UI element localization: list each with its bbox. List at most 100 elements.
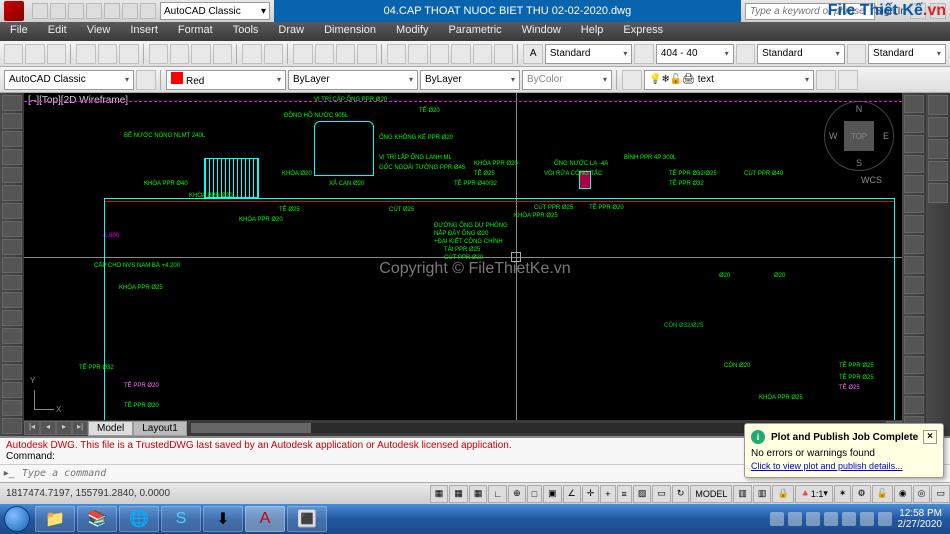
menu-view[interactable]: View [77,22,121,41]
chamfer-icon[interactable] [904,376,924,394]
menu-insert[interactable]: Insert [120,22,168,41]
rectangle-icon[interactable] [2,167,22,183]
lineweight-toggle-icon[interactable]: ≡ [617,485,632,503]
ellipse-arc-icon[interactable] [2,275,22,291]
copy-object-icon[interactable] [904,115,924,133]
hardware-accel-icon[interactable]: ◉ [894,485,912,503]
showmotion-icon[interactable] [928,183,948,203]
array-icon[interactable] [904,175,924,193]
ellipse-icon[interactable] [2,257,22,273]
make-block-icon[interactable] [2,310,22,326]
viewcube-n[interactable]: N [856,104,863,114]
annotation-scale-icon[interactable]: 🔒 [772,485,793,503]
save-icon[interactable] [47,44,66,64]
zoom-extents-icon[interactable] [928,139,948,159]
mtext-icon[interactable] [2,418,22,434]
tablestyle-combo[interactable]: Standard▾ [757,44,845,64]
balloon-details-link[interactable]: Click to view plot and publish details..… [751,461,937,471]
tray-bluetooth-icon[interactable] [824,512,838,526]
menu-help[interactable]: Help [571,22,614,41]
ortho-mode-icon[interactable]: ∟ [488,485,507,503]
qat-undo-icon[interactable] [122,3,138,19]
layer-combo[interactable]: 💡❄🔓🖨 text▾ [644,70,814,90]
annotation-scale-combo[interactable]: 🔺 1:1 ▾ [795,485,833,503]
orbit-icon[interactable] [928,161,948,181]
match-properties-icon[interactable] [213,44,232,64]
region-icon[interactable] [2,382,22,398]
line-icon[interactable] [2,95,22,111]
full-nav-wheel-icon[interactable] [928,95,948,115]
viewcube[interactable]: N S W E TOP [824,101,894,171]
new-icon[interactable] [4,44,23,64]
construction-line-icon[interactable] [2,113,22,129]
task-app-icon[interactable]: 🔳 [287,506,327,532]
gradient-icon[interactable] [2,364,22,380]
menu-dimension[interactable]: Dimension [314,22,386,41]
workspace-switching-icon[interactable]: ⚙ [852,485,870,503]
qat-redo-icon[interactable] [140,3,156,19]
menu-tools[interactable]: Tools [223,22,269,41]
tray-network-icon[interactable] [842,512,856,526]
menu-window[interactable]: Window [512,22,571,41]
pan-icon[interactable] [293,44,312,64]
task-skype-icon[interactable]: S [161,506,201,532]
quickcalc-icon[interactable] [494,44,513,64]
annotation-visibility-icon[interactable]: ✶ [834,485,852,503]
tray-volume-icon[interactable] [860,512,874,526]
erase-icon[interactable] [904,95,924,113]
plotstyle-combo[interactable]: ByColor▾ [522,70,612,90]
mirror-icon[interactable] [904,135,924,153]
move-icon[interactable] [904,195,924,213]
scrollbar-thumb[interactable] [191,423,311,433]
lineweight-combo[interactable]: ByLayer▾ [420,70,520,90]
markup-icon[interactable] [473,44,492,64]
zoom-previous-icon[interactable] [357,44,376,64]
mleaderstyle-icon[interactable] [847,44,866,64]
balloon-close-icon[interactable]: × [923,430,937,444]
polar-tracking-icon[interactable]: ⊕ [508,485,526,503]
3d-osnap-icon[interactable]: ▣ [543,485,562,503]
layout-quick-view-icon[interactable]: ▥ [733,485,752,503]
viewcube-s[interactable]: S [856,158,862,168]
autocad-app-icon[interactable] [4,1,24,21]
toolpalettes-icon[interactable] [430,44,449,64]
tray-usb-icon[interactable] [806,512,820,526]
table-icon[interactable] [2,400,22,416]
infer-constraints-icon[interactable]: ▦ [430,485,449,503]
object-snap-tracking-icon[interactable]: ∠ [563,485,581,503]
redo-icon[interactable] [264,44,283,64]
dimstyle-combo[interactable]: 404 - 40▾ [656,44,734,64]
coordinate-readout[interactable]: 1817474.7197, 155791.2840, 0.0000 [0,488,176,499]
textstyle-combo[interactable]: Standard▾ [545,44,633,64]
tray-action-center-icon[interactable] [788,512,802,526]
break-at-point-icon[interactable] [904,316,924,334]
start-button[interactable] [0,504,34,534]
textstyle-button-icon[interactable]: A [523,44,542,64]
point-icon[interactable] [2,328,22,344]
menu-edit[interactable]: Edit [38,22,77,41]
qat-plot-icon[interactable] [104,3,120,19]
viewcube-top-face[interactable]: TOP [844,121,874,151]
viewcube-e[interactable]: E [883,131,889,141]
quick-properties-icon[interactable]: ▭ [652,485,671,503]
grid-display-icon[interactable]: ▦ [469,485,488,503]
workspace-selector2[interactable]: AutoCAD Classic▾ [4,70,134,90]
isolate-objects-icon[interactable]: ◎ [913,485,931,503]
spline-icon[interactable] [2,239,22,255]
color-combo[interactable]: Red▾ [166,70,286,90]
menu-parametric[interactable]: Parametric [438,22,511,41]
model-space-button[interactable]: MODEL [690,485,732,503]
scale-icon[interactable] [904,235,924,253]
selection-cycling-icon[interactable]: ↻ [672,485,690,503]
undo-icon[interactable] [242,44,261,64]
ucs-icon[interactable]: X Y [34,380,64,410]
menu-format[interactable]: Format [168,22,223,41]
properties-icon[interactable] [387,44,406,64]
stretch-icon[interactable] [904,256,924,274]
fillet-icon[interactable] [904,396,924,414]
break-icon[interactable] [904,336,924,354]
circle-icon[interactable] [2,203,22,219]
qat-open-icon[interactable] [50,3,66,19]
tab-prev-icon[interactable]: ◂ [40,421,56,435]
dynamic-input-icon[interactable]: + [600,485,615,503]
